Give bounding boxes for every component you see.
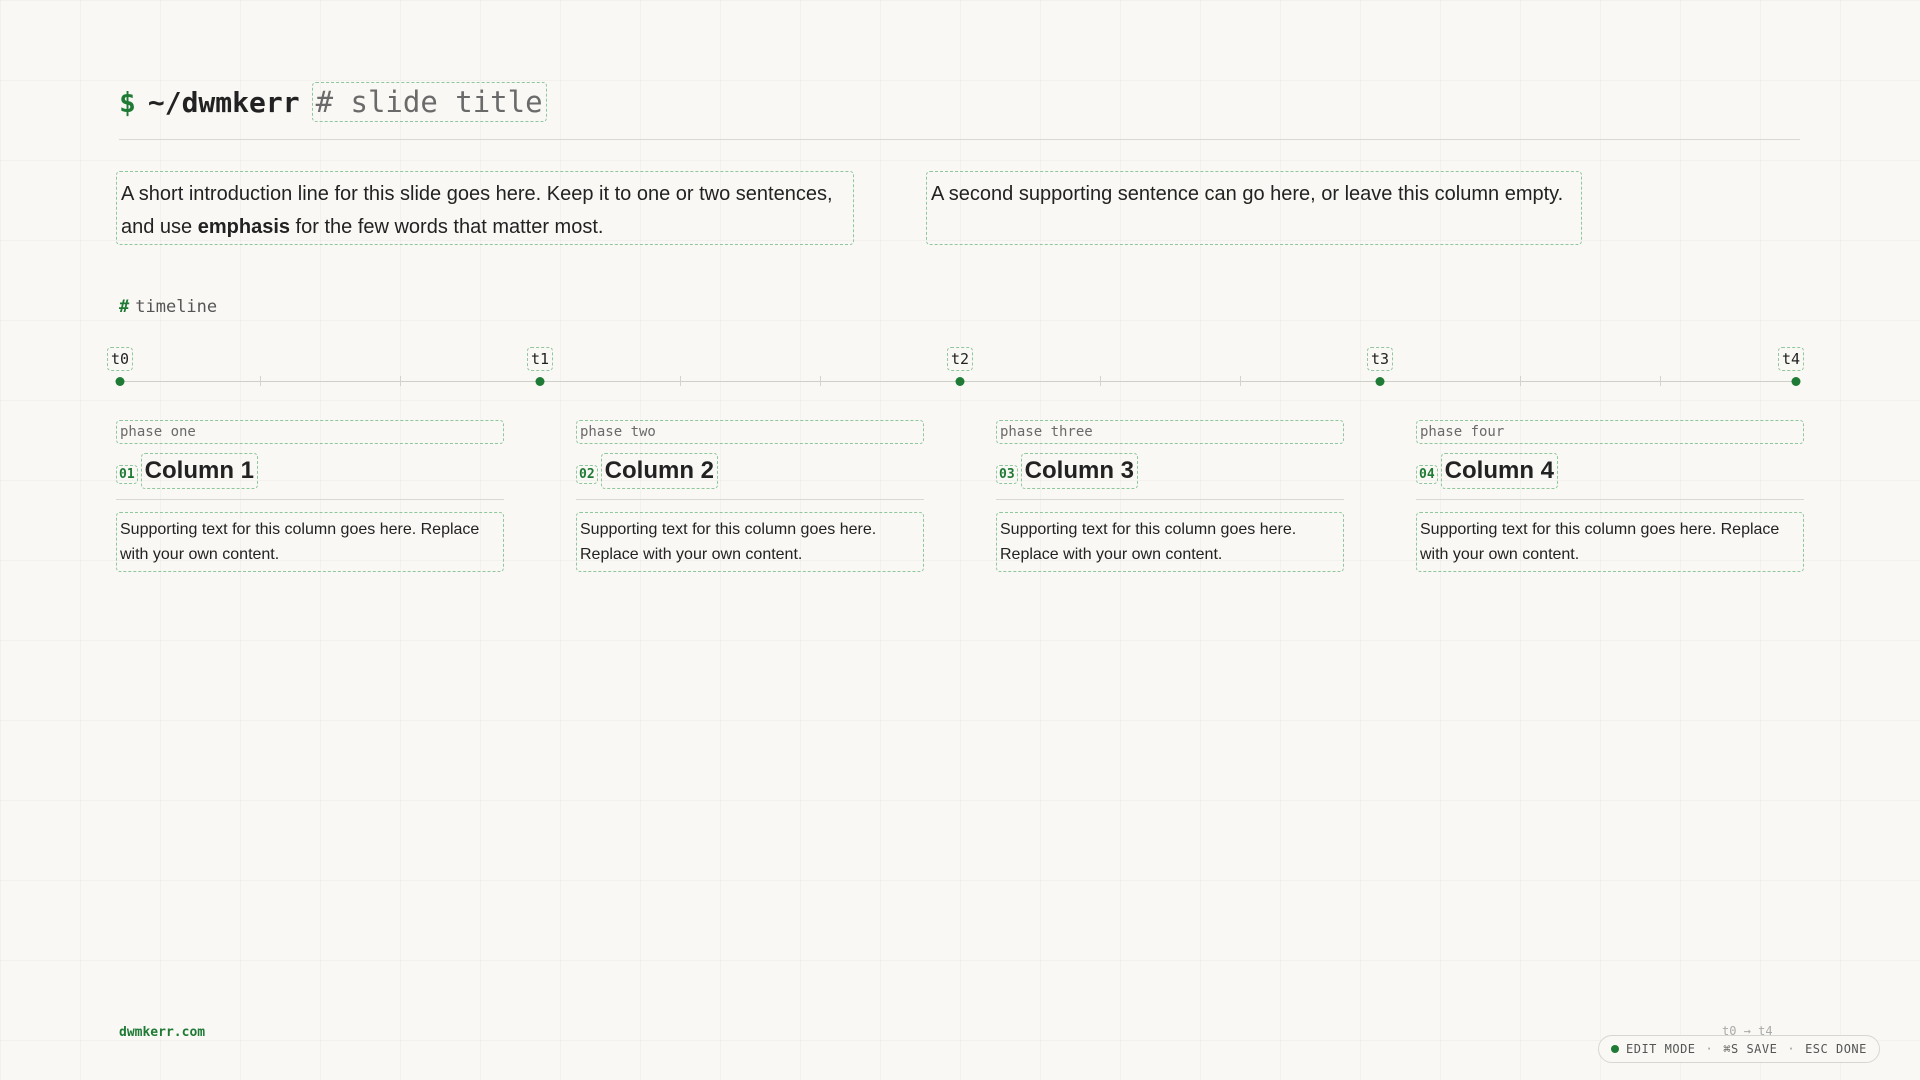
column-body[interactable]: Supporting text for this column goes her… [116, 512, 504, 572]
timeline-dot [1791, 377, 1801, 386]
separator: · [1705, 1042, 1714, 1056]
phase-label[interactable]: phase one [116, 420, 504, 444]
column-3: phase three 03 Column 3 Supporting text … [996, 420, 1344, 572]
timeline-minor-tick [1240, 376, 1241, 386]
intro-right-text[interactable]: A second supporting sentence can go here… [926, 171, 1582, 245]
timeline-minor-tick [260, 376, 261, 386]
column-number[interactable]: 04 [1416, 464, 1438, 484]
column-title[interactable]: Column 3 [1020, 452, 1138, 489]
timeline-minor-tick [1660, 376, 1661, 386]
column-divider [116, 499, 504, 500]
column-number[interactable]: 01 [116, 464, 138, 484]
column-header: 02 Column 2 [576, 452, 924, 489]
slide-header: $ ~/dwmkerr # slide title [119, 82, 547, 122]
column-divider [996, 499, 1344, 500]
column-number[interactable]: 02 [576, 464, 598, 484]
column-title[interactable]: Column 1 [140, 452, 258, 489]
column-1: phase one 01 Column 1 Supporting text fo… [116, 420, 504, 572]
timeline-minor-tick [400, 376, 401, 386]
timeline-label-t0[interactable]: t0 [106, 347, 134, 371]
section-label: # timeline [119, 297, 217, 317]
column-body[interactable]: Supporting text for this column goes her… [576, 512, 924, 572]
column-number[interactable]: 03 [996, 464, 1018, 484]
timeline-dot [535, 377, 545, 386]
status-dot-icon [1611, 1045, 1619, 1053]
timeline-minor-tick [1100, 376, 1101, 386]
column-body[interactable]: Supporting text for this column goes her… [1416, 512, 1804, 572]
edit-mode-label: EDIT MODE [1626, 1042, 1696, 1056]
timeline-label-t4[interactable]: t4 [1777, 347, 1805, 371]
column-divider [576, 499, 924, 500]
column-header: 04 Column 4 [1416, 452, 1804, 489]
save-shortcut-label[interactable]: ⌘S SAVE [1723, 1042, 1777, 1056]
path-label: ~/dwmkerr [147, 85, 300, 119]
timeline-minor-tick [820, 376, 821, 386]
timeline-label-t1[interactable]: t1 [526, 347, 554, 371]
done-shortcut-label[interactable]: ESC DONE [1805, 1042, 1867, 1056]
separator: · [1787, 1042, 1796, 1056]
emphasis-text: emphasis [197, 216, 290, 238]
column-body[interactable]: Supporting text for this column goes her… [996, 512, 1344, 572]
timeline-label-t3[interactable]: t3 [1366, 347, 1394, 371]
footer-domain: dwmkerr.com [119, 1025, 206, 1040]
section-hash: # [119, 297, 130, 317]
column-header: 01 Column 1 [116, 452, 504, 489]
section-label-text: timeline [135, 297, 218, 317]
edit-mode-status-bar: EDIT MODE · ⌘S SAVE · ESC DONE [1598, 1035, 1880, 1063]
timeline-dot [955, 377, 965, 386]
prompt-symbol: $ [119, 85, 136, 119]
slide-title[interactable]: # slide title [311, 82, 547, 122]
column-header: 03 Column 3 [996, 452, 1344, 489]
timeline-minor-tick [680, 376, 681, 386]
column-title[interactable]: Column 2 [600, 452, 718, 489]
timeline-dot [1375, 377, 1385, 386]
intro-left-text[interactable]: A short introduction line for this slide… [116, 171, 854, 245]
column-2: phase two 02 Column 2 Supporting text fo… [576, 420, 924, 572]
phase-label[interactable]: phase two [576, 420, 924, 444]
header-divider [119, 139, 1800, 140]
column-divider [1416, 499, 1804, 500]
timeline-dot [115, 377, 125, 386]
phase-label[interactable]: phase four [1416, 420, 1804, 444]
column-4: phase four 04 Column 4 Supporting text f… [1416, 420, 1804, 572]
column-title[interactable]: Column 4 [1440, 452, 1558, 489]
timeline-label-t2[interactable]: t2 [946, 347, 974, 371]
timeline-minor-tick [1520, 376, 1521, 386]
phase-label[interactable]: phase three [996, 420, 1344, 444]
